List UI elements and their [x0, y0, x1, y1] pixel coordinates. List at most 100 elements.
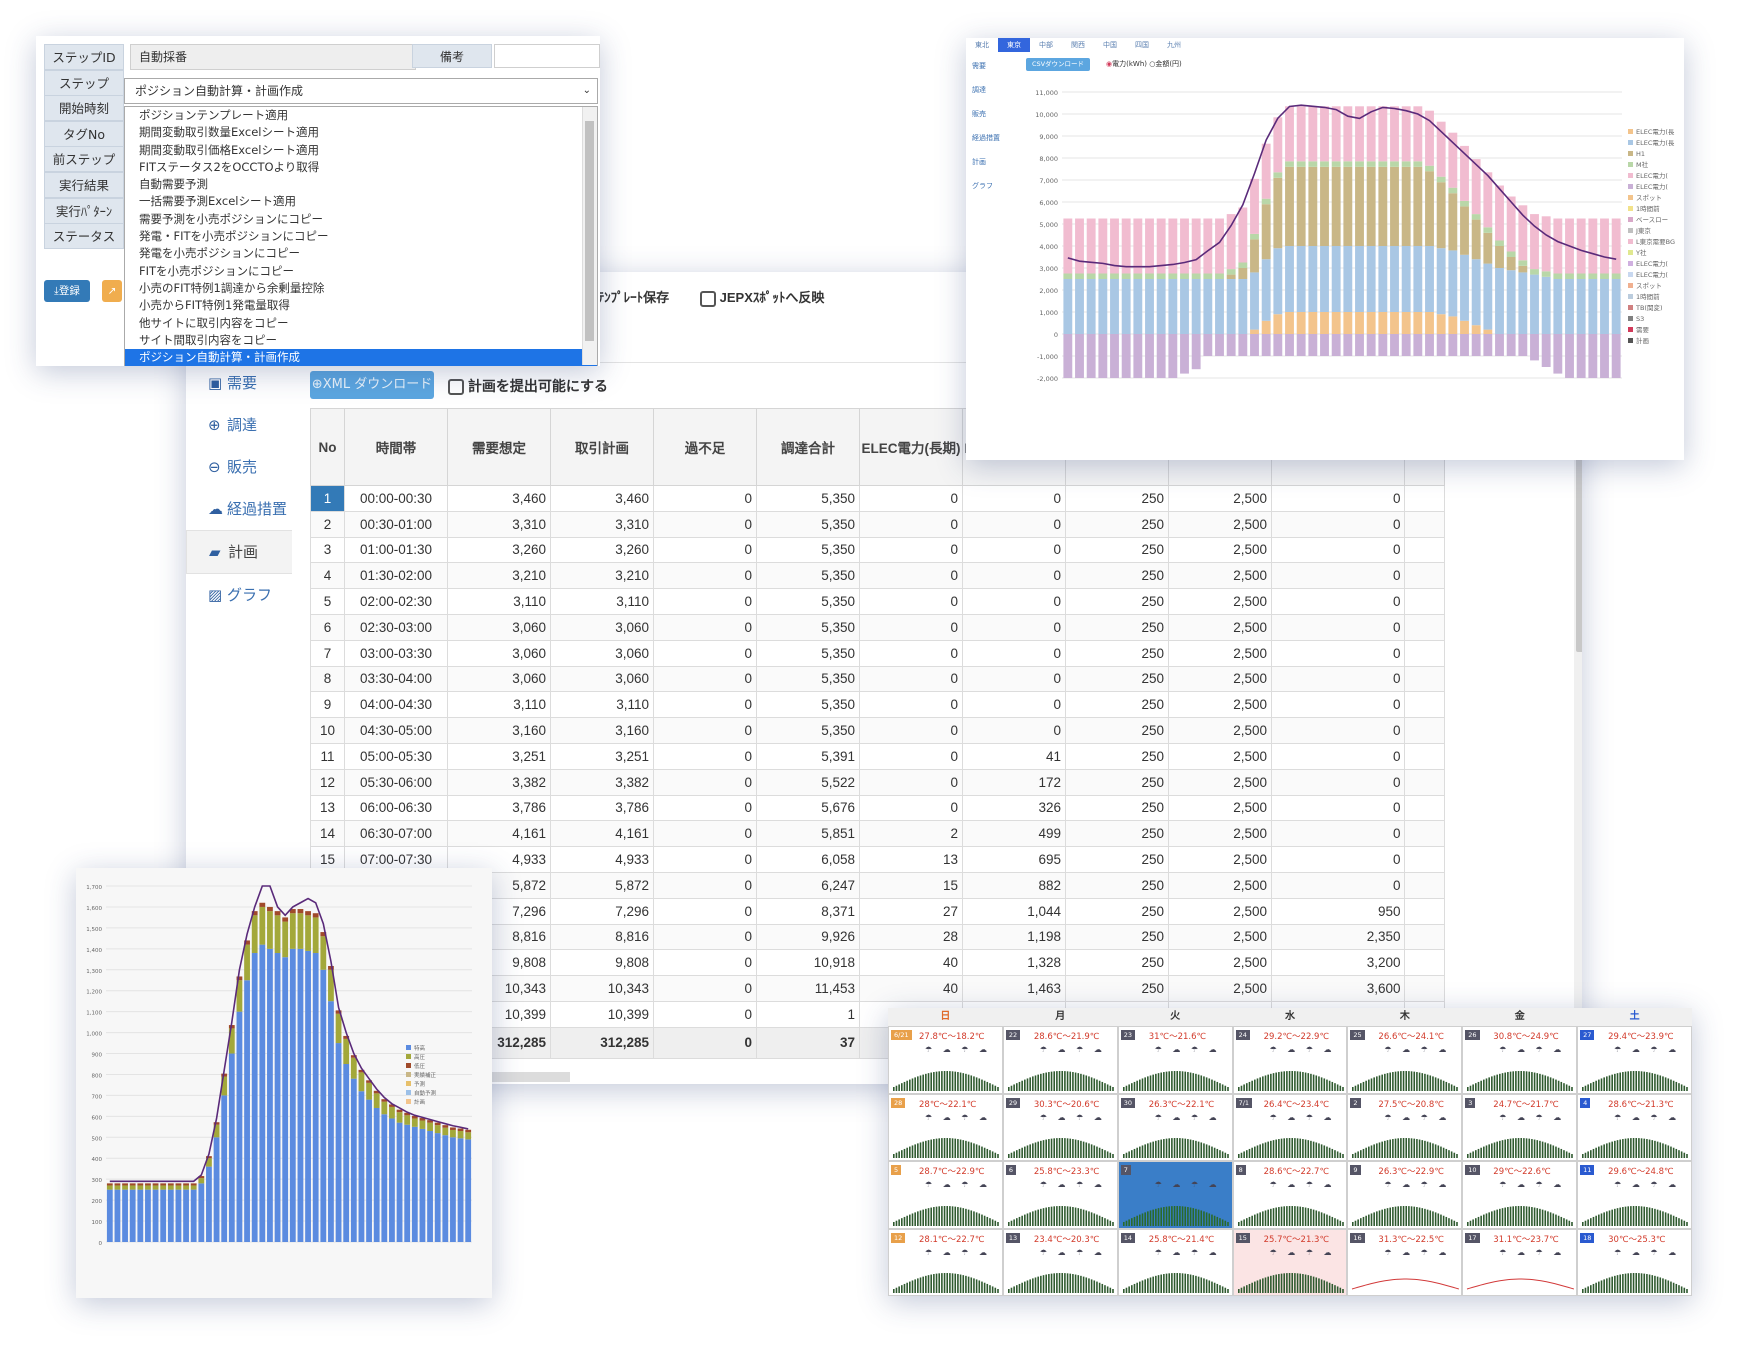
- dropdown-option[interactable]: 一括需要予測Excelシート適用: [125, 193, 597, 210]
- dropdown-option[interactable]: 発電を小売ポジションにコピー: [125, 245, 597, 262]
- table-row[interactable]: 10 04:30-05:00 3,160 3,160 0 5,350 0 0 250 2,500 0: [310, 717, 1446, 744]
- sidebar-item-demand[interactable]: ▣ 需要: [186, 362, 292, 404]
- bar-segment: [404, 1115, 411, 1125]
- dropdown-option[interactable]: 小売のFIT特例1調達から余剰量控除: [125, 280, 597, 297]
- table-row[interactable]: 6 02:30-03:00 3,060 3,060 0 5,350 0 0 250 2,500 0: [310, 613, 1446, 641]
- calendar-day[interactable]: 25 26.6℃〜24.1℃ ☂ ☁ ☂ ☁: [1347, 1026, 1463, 1094]
- table-row[interactable]: 11 05:00-05:30 3,251 3,251 0 5,391 0 41 250 2,500…: [310, 742, 1446, 770]
- calendar-day[interactable]: 2 27.5℃〜20.8℃ ☂ ☁ ☂ ☁: [1347, 1093, 1463, 1161]
- scrollbar-thumb[interactable]: [585, 121, 594, 341]
- calendar-day[interactable]: 7/1 26.4℃〜23.4℃ ☂ ☁ ☂ ☁: [1232, 1093, 1348, 1161]
- scrollbar-thumb[interactable]: [1576, 442, 1582, 652]
- csv-download-button[interactable]: CSVダウンロード: [1026, 58, 1090, 71]
- calendar-day[interactable]: 23 31℃〜21.6℃ ☂ ☁ ☂ ☁: [1117, 1026, 1233, 1094]
- table-row[interactable]: 13 06:00-06:30 3,786 3,786 0 5,676 0 326 250 2,50…: [310, 794, 1446, 822]
- dropdown-option[interactable]: 期間変動取引数量Excelシート適用: [125, 124, 597, 141]
- calendar-day[interactable]: 13 23.4℃〜20.3℃ ☂ ☁ ☂ ☁: [1002, 1228, 1118, 1296]
- column-header[interactable]: 過不足: [653, 408, 757, 486]
- region-tab[interactable]: 中部: [1030, 38, 1062, 52]
- chart-sidebar-item[interactable]: 販売: [966, 102, 1016, 126]
- column-header[interactable]: 調達合計: [756, 408, 860, 486]
- step-select[interactable]: ポジション自動計算・計画作成 ⌄: [124, 78, 598, 104]
- calendar-day[interactable]: 4 28.6℃〜21.3℃ ☂ ☁ ☂ ☁: [1577, 1093, 1692, 1161]
- chart-sidebar-item[interactable]: 経過措置: [966, 126, 1016, 150]
- calendar-day[interactable]: 10 29℃〜22.6℃ ☂ ☁ ☂ ☁: [1462, 1161, 1578, 1229]
- column-header[interactable]: 取引計画: [550, 408, 654, 486]
- dropdown-option[interactable]: ポジション自動計算・計画作成: [125, 349, 597, 366]
- dropdown-option[interactable]: 発電・FITを小売ポジションにコピー: [125, 228, 597, 245]
- remarks-input[interactable]: [494, 44, 600, 68]
- calendar-day[interactable]: 29 30.3℃〜20.6℃ ☂ ☁ ☂ ☁: [1002, 1093, 1118, 1161]
- table-row[interactable]: 2 00:30-01:00 3,310 3,310 0 5,350 0 0 250 2,500 0: [310, 510, 1446, 538]
- calendar-day[interactable]: 27 29.4℃〜23.9℃ ☂ ☁ ☂ ☁: [1577, 1026, 1692, 1094]
- calendar-day[interactable]: 18 30℃〜25.3℃ ☂ ☁ ☂ ☁: [1577, 1228, 1692, 1296]
- table-row[interactable]: 3 01:00-01:30 3,260 3,260 0 5,350 0 0 250 2,500 0: [310, 536, 1446, 564]
- dropdown-scrollbar[interactable]: [582, 107, 597, 365]
- dropdown-option[interactable]: サイト間取引内容をコピー: [125, 332, 597, 349]
- sparkline-bar: [935, 1273, 938, 1293]
- calendar-day[interactable]: 9 26.3℃〜22.9℃ ☂ ☁ ☂ ☁: [1347, 1161, 1463, 1229]
- chart-sidebar-item[interactable]: 調達: [966, 78, 1016, 102]
- xml-download-button[interactable]: ⊕XML ダウンロード: [310, 371, 434, 399]
- jepx-reflect-checkbox[interactable]: [700, 290, 716, 307]
- table-row[interactable]: 12 05:30-06:00 3,382 3,382 0 5,522 0 172 250 2,50…: [310, 768, 1446, 796]
- column-header[interactable]: 需要想定: [447, 408, 551, 486]
- table-row[interactable]: 9 04:00-04:30 3,110 3,110 0 5,350 0 0 250 2,500 0: [310, 691, 1446, 719]
- register-button[interactable]: ⤓登録: [44, 280, 90, 302]
- calendar-day[interactable]: 7 ☂ ☁ ☂ ☁: [1117, 1161, 1233, 1229]
- column-header[interactable]: 時間帯: [344, 408, 448, 486]
- column-header[interactable]: No: [310, 408, 345, 486]
- calendar-day[interactable]: 14 25.8℃〜21.4℃ ☂ ☁ ☂ ☁: [1117, 1228, 1233, 1296]
- calendar-day[interactable]: 17 31.1℃〜23.7℃ ☂ ☁ ☂ ☁: [1462, 1228, 1578, 1296]
- table-row[interactable]: 5 02:00-02:30 3,110 3,110 0 5,350 0 0 250 2,500 0: [310, 588, 1446, 615]
- region-tab[interactable]: 東京: [998, 38, 1030, 52]
- dropdown-option[interactable]: 期間変動取引価格Excelシート適用: [125, 142, 597, 159]
- calendar-day[interactable]: 12 28.1℃〜22.7℃ ☂ ☁ ☂ ☁: [888, 1228, 1003, 1296]
- dropdown-option[interactable]: 自動需要予測: [125, 176, 597, 193]
- chart-sidebar-item[interactable]: グラフ: [966, 174, 1016, 198]
- calendar-day[interactable]: 24 29.2℃〜22.9℃ ☂ ☁ ☂ ☁: [1232, 1026, 1348, 1094]
- calendar-day[interactable]: 8 28.6℃〜22.7℃ ☂ ☁ ☂ ☁: [1232, 1161, 1348, 1229]
- sidebar-item-graph[interactable]: ▨ グラフ: [186, 574, 292, 616]
- calendar-day[interactable]: 6/21 27.8℃〜18.2℃ ☂ ☁ ☂ ☁: [888, 1026, 1003, 1094]
- table-row[interactable]: 14 06:30-07:00 4,161 4,161 0 5,851 2 499 250 2,50…: [310, 820, 1446, 848]
- calendar-day[interactable]: 30 26.3℃〜22.1℃ ☂ ☁ ☂ ☁: [1117, 1093, 1233, 1161]
- chart-sidebar-item[interactable]: 計画: [966, 150, 1016, 174]
- sidebar-item-procurement[interactable]: ⊕ 調達: [186, 404, 292, 446]
- calendar-day[interactable]: 6 25.8℃〜23.3℃ ☂ ☁ ☂ ☁: [1002, 1161, 1118, 1229]
- calendar-day[interactable]: 15 25.7℃〜21.3℃ ☂ ☁ ☂ ☁: [1232, 1228, 1348, 1296]
- calendar-day[interactable]: 26 30.8℃〜24.9℃ ☂ ☁ ☂ ☁: [1462, 1026, 1578, 1094]
- region-tab[interactable]: 中国: [1094, 38, 1126, 52]
- region-tab[interactable]: 東北: [966, 38, 998, 52]
- region-tab[interactable]: 四国: [1126, 38, 1158, 52]
- table-row[interactable]: 7 03:00-03:30 3,060 3,060 0 5,350 0 0 250 2,500 0: [310, 639, 1446, 667]
- calendar-day[interactable]: 16 31.3℃〜22.5℃ ☂ ☁ ☂ ☁: [1347, 1228, 1463, 1296]
- sidebar-item-sales[interactable]: ⊖ 販売: [186, 446, 292, 488]
- calendar-day[interactable]: 28 28℃〜22.1℃ ☂ ☁ ☂ ☁: [888, 1093, 1003, 1161]
- chart-sidebar-item[interactable]: 需要: [966, 54, 1016, 78]
- region-tab[interactable]: 関西: [1062, 38, 1094, 52]
- column-header[interactable]: ELEC電力(長期): [859, 408, 963, 486]
- sparkline-bar: [1192, 1275, 1194, 1293]
- sidebar-item-plan[interactable]: ▰ 計画: [186, 530, 292, 574]
- dropdown-option[interactable]: 需要予測を小売ポジションにコピー: [125, 211, 597, 228]
- share-button[interactable]: ↗: [102, 280, 122, 302]
- calendar-day[interactable]: 22 28.6℃〜21.9℃ ☂ ☁ ☂ ☁: [1002, 1026, 1118, 1094]
- dropdown-option[interactable]: FITを小売ポジションにコピー: [125, 263, 597, 280]
- table-row[interactable]: 8 03:30-04:00 3,060 3,060 0 5,350 0 0 250 2,500 0: [310, 665, 1446, 693]
- submit-enable-checkbox[interactable]: [448, 379, 464, 396]
- bar-segment: [1121, 218, 1131, 274]
- calendar-day[interactable]: 5 28.7℃〜22.9℃ ☂ ☁ ☂ ☁: [888, 1161, 1003, 1229]
- calendar-day[interactable]: 11 29.6℃〜24.8℃ ☂ ☁ ☂ ☁: [1577, 1161, 1692, 1229]
- dropdown-option[interactable]: FITステータス2をOCCTOより取得: [125, 159, 597, 176]
- table-row[interactable]: 1 00:00-00:30 3,460 3,460 0 5,350 0 0 250 2,500 0: [310, 485, 1446, 512]
- dropdown-option[interactable]: ポジションテンプレート適用: [125, 107, 597, 124]
- calendar-day[interactable]: 3 24.7℃〜21.7℃ ☂ ☁ ☂ ☁: [1462, 1093, 1578, 1161]
- table-vertical-scrollbar[interactable]: [1574, 412, 1582, 1072]
- region-tab[interactable]: 九州: [1158, 38, 1190, 52]
- dropdown-option[interactable]: 小売からFIT特例1発電量取得: [125, 297, 597, 314]
- bar-segment: [1145, 218, 1154, 274]
- dropdown-option[interactable]: 他サイトに取引内容をコピー: [125, 315, 597, 332]
- sidebar-item-transition[interactable]: ☁ 経過措置: [186, 488, 292, 530]
- table-row[interactable]: 4 01:30-02:00 3,210 3,210 0 5,350 0 0 250 2,500 0: [310, 562, 1446, 590]
